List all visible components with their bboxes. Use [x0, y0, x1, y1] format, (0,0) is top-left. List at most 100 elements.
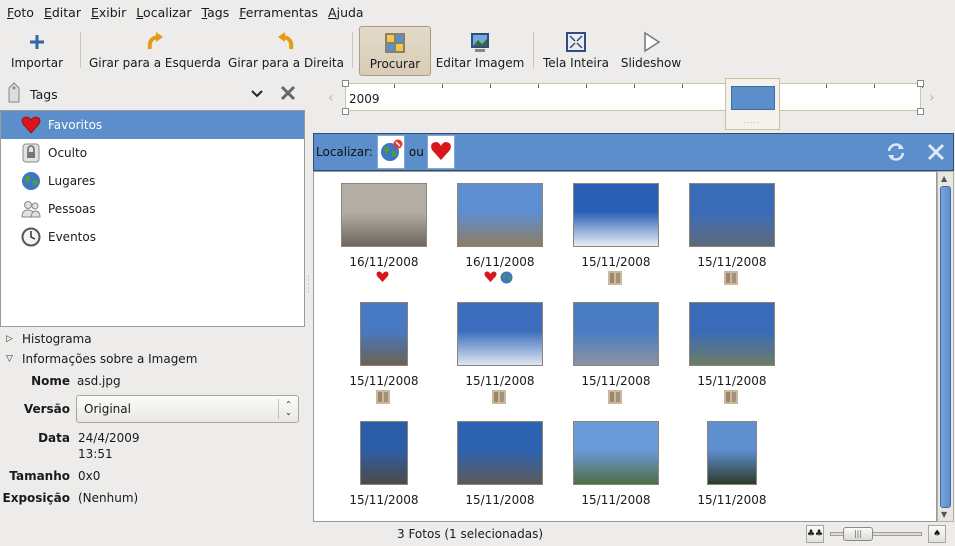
photo-thumbnail[interactable]	[689, 183, 775, 247]
import-button[interactable]: Importar	[8, 26, 66, 76]
timeline-right-arrow-icon[interactable]: ›	[929, 90, 935, 106]
find-button[interactable]: Procurar	[359, 26, 431, 76]
lock-icon	[21, 143, 41, 163]
version-select[interactable]: Original ⌃ ⌄	[76, 395, 299, 423]
tag-item-eventos[interactable]: Eventos	[1, 223, 304, 251]
timeline-tick	[634, 84, 635, 88]
pane-resize-handle[interactable]: · · · · ·	[307, 273, 310, 297]
photo-date: 15/11/2008	[581, 374, 651, 388]
photo-thumbnail[interactable]	[457, 302, 543, 366]
globe-icon	[21, 171, 41, 191]
menu-item[interactable]: Localizar	[131, 5, 196, 20]
exposure-value: (Nenhum)	[78, 491, 139, 505]
zoom-in-tree-icon: ♠	[932, 529, 942, 539]
menu-label: xibir	[98, 4, 127, 20]
tag-item-oculto[interactable]: Oculto	[1, 139, 304, 167]
grip-icon: ·····	[744, 119, 761, 127]
photo-thumbnail[interactable]	[360, 302, 408, 366]
zoom-out-trees-icon: ♣♣	[806, 529, 824, 539]
globe-remove-icon	[379, 139, 403, 166]
tag-item-favoritos[interactable]: Favoritos	[1, 111, 304, 139]
exposure-label: Exposição	[2, 491, 70, 505]
photo-thumbnail[interactable]	[689, 302, 775, 366]
menu-label: ocalizar	[143, 4, 192, 20]
timeline-bar[interactable]: 2009	[345, 83, 923, 111]
timeline-handle[interactable]	[917, 108, 924, 115]
menu-item[interactable]: Tags	[197, 5, 235, 20]
rotate-right-button[interactable]: Girar para a Direita	[228, 26, 344, 76]
time-value: 13:51	[78, 447, 113, 461]
close-find-icon[interactable]	[926, 142, 946, 165]
timeline[interactable]: ‹ 2009 ····· ›	[313, 78, 955, 132]
tags-selector[interactable]: Tags	[6, 81, 268, 106]
timeline-left-arrow-icon[interactable]: ‹	[328, 90, 334, 106]
version-label: Versão	[23, 402, 70, 416]
timeline-tick	[538, 84, 539, 88]
photo-tag-icons	[724, 271, 738, 288]
photo-date: 16/11/2008	[349, 255, 419, 269]
rotate-right-icon	[275, 31, 297, 53]
find-label: Procurar	[369, 57, 421, 71]
timeline-tick	[682, 84, 683, 88]
photo-date: 15/11/2008	[581, 255, 651, 269]
photo-thumbnail[interactable]	[360, 421, 408, 485]
photo-date: 15/11/2008	[697, 374, 767, 388]
zoom-out-button[interactable]: ♣♣	[806, 525, 824, 543]
photo-thumbnail[interactable]	[707, 421, 757, 485]
vertical-scrollbar[interactable]: ▲ ▼	[937, 171, 954, 522]
toolbar: Importar Girar para a Esquerda Girar par…	[0, 24, 955, 78]
timeline-tick	[826, 84, 827, 88]
updown-icon: ⌃ ⌄	[278, 399, 298, 419]
tag-item-pessoas[interactable]: Pessoas	[1, 195, 304, 223]
menu-item[interactable]: Ajuda	[323, 5, 369, 20]
clock-icon	[21, 227, 41, 247]
photo-date: 15/11/2008	[349, 374, 419, 388]
tag-item-lugares[interactable]: Lugares	[1, 167, 304, 195]
fullscreen-button[interactable]: Tela Inteira	[541, 26, 611, 76]
scrollbar-thumb[interactable]	[940, 186, 951, 508]
tags-selector-label: Tags	[30, 86, 58, 102]
slideshow-button[interactable]: Slideshow	[617, 26, 685, 76]
name-label: Nome	[31, 374, 70, 388]
menu-item[interactable]: Exibir	[86, 5, 131, 20]
timeline-handle[interactable]	[342, 108, 349, 115]
people-icon	[21, 199, 41, 219]
rotate-left-button[interactable]: Girar para a Esquerda	[89, 26, 221, 76]
timeline-window[interactable]: ·····	[725, 78, 780, 130]
photo-thumbnail[interactable]	[573, 421, 659, 485]
menu-item[interactable]: Editar	[39, 5, 86, 20]
refresh-icon[interactable]	[886, 142, 906, 165]
toolbar-separator	[80, 32, 81, 68]
histogram-expander[interactable]: ▷ Histograma	[6, 332, 92, 346]
image-info-expander[interactable]: ▽ Informações sobre a Imagem	[6, 352, 197, 366]
photo-thumbnail[interactable]	[573, 183, 659, 247]
close-tags-button[interactable]	[276, 82, 300, 106]
timeline-tick	[442, 84, 443, 88]
photo-tag-icons	[724, 390, 738, 407]
find-or-text: ou	[408, 145, 424, 159]
photo-thumbnail[interactable]	[457, 421, 543, 485]
photo-thumbnail[interactable]	[457, 183, 543, 247]
find-label-text: Localizar:	[316, 145, 373, 159]
photo-date: 15/11/2008	[465, 374, 535, 388]
scroll-down-icon[interactable]: ▼	[941, 510, 947, 519]
zoom-in-button[interactable]: ♠	[928, 525, 946, 543]
zoom-slider-knob[interactable]: |||	[843, 527, 873, 541]
rotate-left-icon	[144, 31, 166, 53]
find-term-places[interactable]	[376, 135, 405, 169]
edit-image-button[interactable]: Editar Imagem	[436, 26, 524, 76]
edit-image-label: Editar Imagem	[435, 56, 525, 70]
photo-tag-icons	[492, 390, 506, 407]
status-text: 3 Fotos (1 selecionadas)	[397, 527, 543, 541]
menu-item[interactable]: Foto	[2, 5, 39, 20]
tag-item-label: Oculto	[48, 146, 88, 160]
find-term-favorites[interactable]	[426, 135, 455, 169]
photo-thumbnail[interactable]	[341, 183, 427, 247]
scroll-up-icon[interactable]: ▲	[941, 174, 947, 183]
menu-item[interactable]: Ferramentas	[234, 5, 323, 20]
photo-thumbnail[interactable]	[573, 302, 659, 366]
timeline-handle[interactable]	[917, 80, 924, 87]
photo-date: 16/11/2008	[465, 255, 535, 269]
timeline-handle[interactable]	[342, 80, 349, 87]
version-value: Original	[84, 402, 131, 416]
